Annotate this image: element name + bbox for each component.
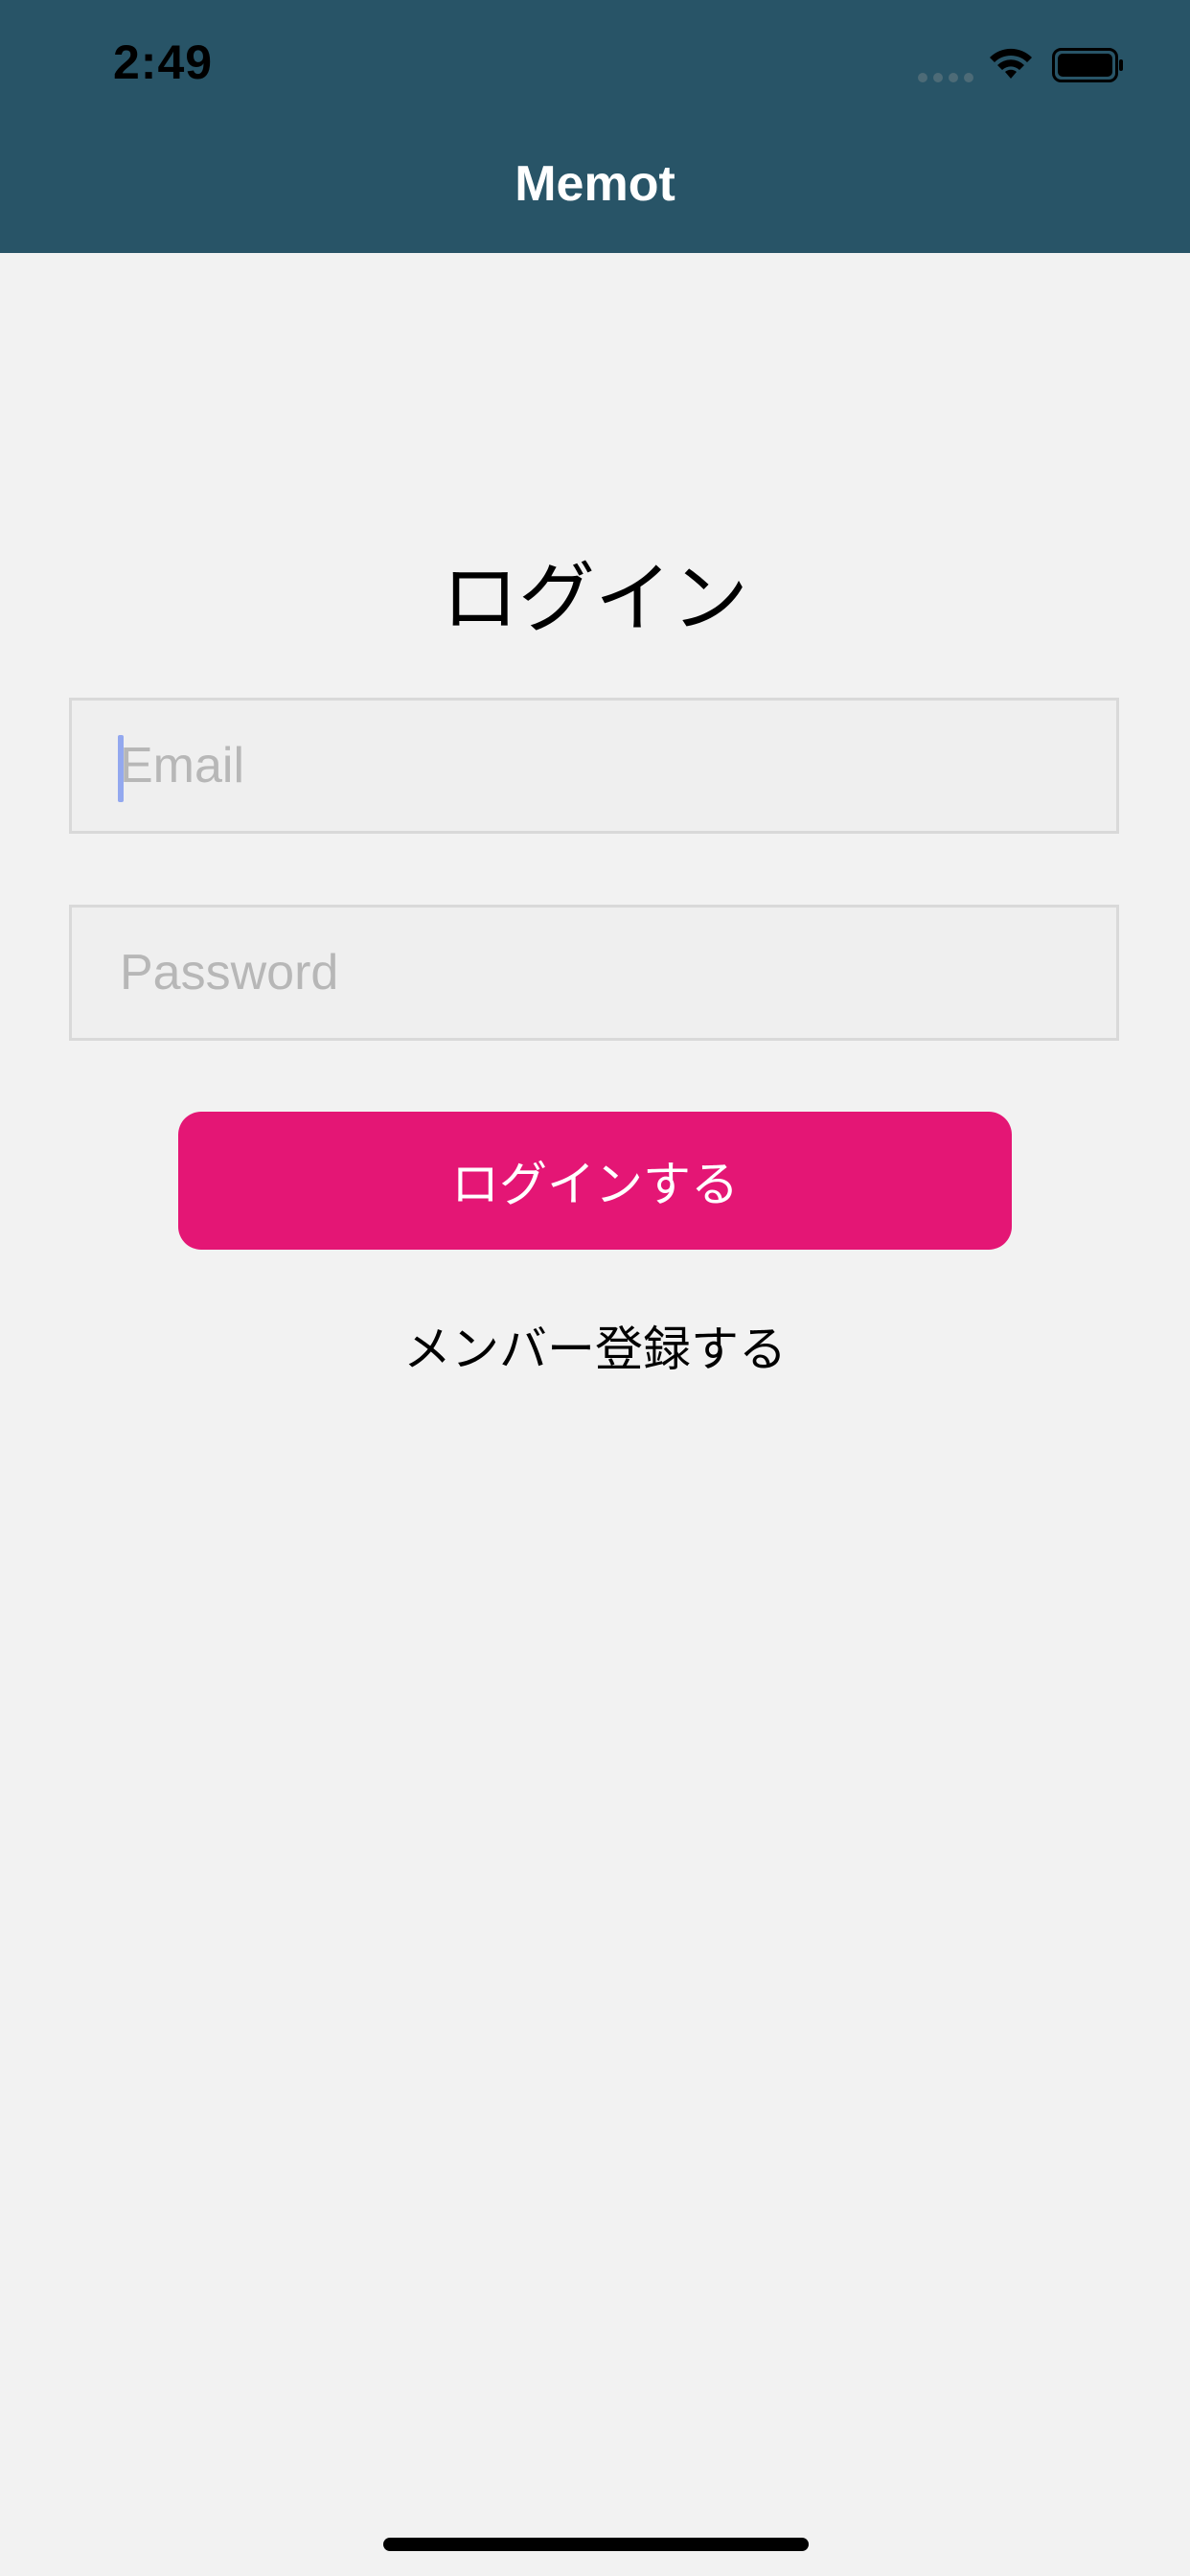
email-field-container[interactable] xyxy=(69,698,1119,834)
register-link[interactable]: メンバー登録する xyxy=(0,1311,1190,1380)
nav-title: Memot xyxy=(515,156,675,212)
wifi-icon xyxy=(990,48,1032,79)
login-button[interactable]: ログインする xyxy=(178,1112,1012,1250)
battery-icon xyxy=(1052,48,1123,82)
email-field[interactable] xyxy=(72,701,1116,831)
text-cursor xyxy=(118,735,124,802)
navigation-bar: 2:49 Memot xyxy=(0,0,1190,253)
page-title: ログイン xyxy=(442,554,748,643)
password-field[interactable] xyxy=(72,908,1116,1038)
status-time: 2:49 xyxy=(113,35,214,89)
home-indicator[interactable] xyxy=(383,2538,809,2551)
signal-dots-icon xyxy=(918,73,973,82)
password-field-container[interactable] xyxy=(69,905,1119,1041)
